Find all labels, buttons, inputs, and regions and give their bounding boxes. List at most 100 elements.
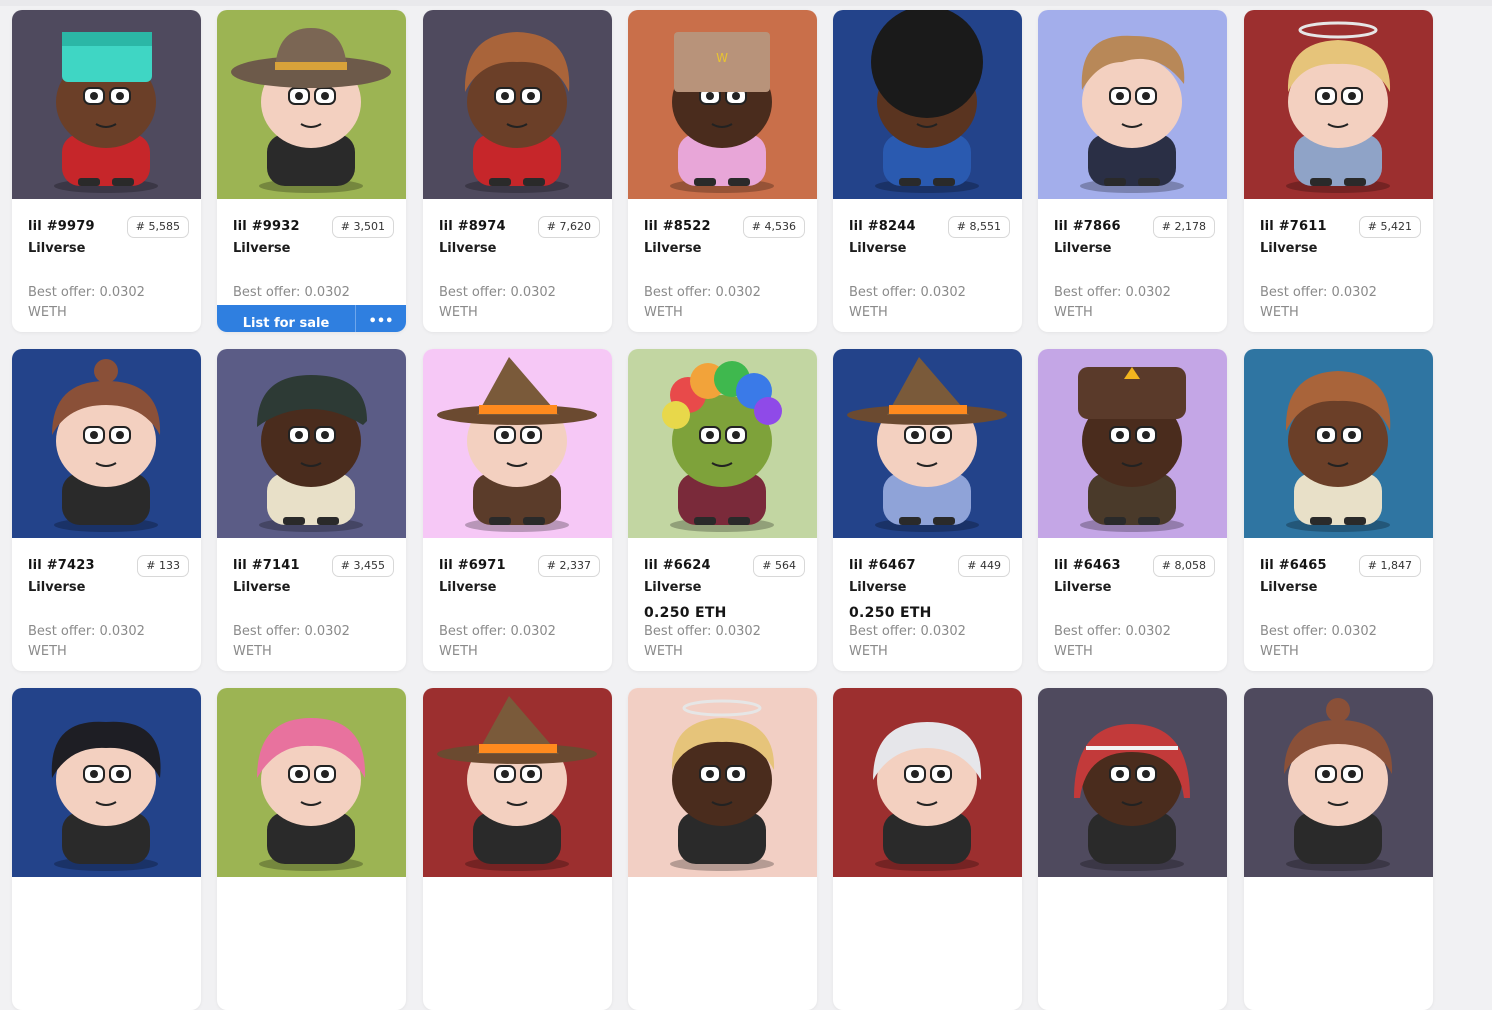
nft-card[interactable] (217, 688, 406, 1010)
collection-name[interactable]: Lilverse (644, 241, 701, 256)
nft-card[interactable]: lil #7866 # 2,178 Lilverse Best offer: 0.03… (1038, 10, 1227, 332)
collection-name[interactable]: Lilverse (439, 241, 496, 256)
nft-name[interactable]: lil #6463 (1054, 558, 1121, 573)
nft-name[interactable]: lil #6465 (1260, 558, 1327, 573)
character-art (1038, 688, 1227, 877)
best-offer: Best offer: 0.0302 (849, 624, 966, 639)
best-offer: Best offer: 0.0302 (439, 285, 556, 300)
nft-card[interactable] (1038, 688, 1227, 1010)
character-art (833, 349, 1022, 538)
best-offer: Best offer: 0.0302 (644, 285, 761, 300)
collection-name[interactable]: Lilverse (28, 580, 85, 595)
nft-card[interactable]: W lil #8522 # 4,536 Lilverse Best offer: 0.… (628, 10, 817, 332)
collection-name[interactable]: Lilverse (644, 580, 701, 595)
character-art (1244, 688, 1433, 877)
nft-name[interactable]: lil #7611 (1260, 219, 1327, 234)
nft-image[interactable] (1038, 349, 1227, 538)
nft-card[interactable] (423, 688, 612, 1010)
character-art (423, 10, 612, 199)
nft-name[interactable]: lil #6624 (644, 558, 711, 573)
nft-image[interactable] (1244, 10, 1433, 199)
nft-name[interactable]: lil #7141 (233, 558, 300, 573)
collection-name[interactable]: Lilverse (1054, 241, 1111, 256)
collection-name[interactable]: Lilverse (233, 580, 290, 595)
collection-name[interactable]: Lilverse (849, 580, 906, 595)
rank-badge: # 564 (753, 555, 805, 577)
nft-card[interactable]: lil #6465 # 1,847 Lilverse Best offer: 0.03… (1244, 349, 1433, 671)
nft-image[interactable] (12, 10, 201, 199)
nft-name[interactable]: lil #8522 (644, 219, 711, 234)
nft-name[interactable]: lil #6971 (439, 558, 506, 573)
nft-image[interactable] (1244, 349, 1433, 538)
nft-image[interactable] (217, 688, 406, 877)
collection-name[interactable]: Lilverse (28, 241, 85, 256)
collection-name[interactable]: Lilverse (233, 241, 290, 256)
nft-image[interactable] (833, 688, 1022, 877)
nft-image[interactable] (628, 349, 817, 538)
nft-name[interactable]: lil #7423 (28, 558, 95, 573)
rank-badge: # 8,058 (1152, 555, 1215, 577)
nft-name[interactable]: lil #6467 (849, 558, 916, 573)
rank-badge: # 449 (958, 555, 1010, 577)
nft-image[interactable] (1038, 688, 1227, 877)
offer-currency: WETH (28, 305, 67, 320)
nft-card[interactable]: lil #6463 # 8,058 Lilverse Best offer: 0.03… (1038, 349, 1227, 671)
nft-image[interactable] (423, 688, 612, 877)
nft-card[interactable] (1244, 688, 1433, 1010)
list-for-sale-button[interactable]: List for sale (217, 305, 355, 332)
collection-name[interactable]: Lilverse (1260, 580, 1317, 595)
nft-card[interactable]: lil #6467 # 449 Lilverse 0.250 ETH Best offe… (833, 349, 1022, 671)
nft-card[interactable] (628, 688, 817, 1010)
character-art (423, 688, 612, 877)
best-offer: Best offer: 0.0302 (28, 285, 145, 300)
character-art (628, 688, 817, 877)
nft-name[interactable]: lil #9979 (28, 219, 95, 234)
listing-price: 0.250 ETH (849, 605, 932, 621)
nft-card[interactable]: lil #7141 # 3,455 Lilverse Best offer: 0.03… (217, 349, 406, 671)
character-art (217, 10, 406, 199)
best-offer: Best offer: 0.0302 (233, 624, 350, 639)
character-art (12, 688, 201, 877)
rank-badge: # 2,337 (537, 555, 600, 577)
nft-card[interactable]: lil #8974 # 7,620 Lilverse Best offer: 0.03… (423, 10, 612, 332)
nft-image[interactable] (423, 349, 612, 538)
collection-name[interactable]: Lilverse (1054, 580, 1111, 595)
character-art (12, 10, 201, 199)
best-offer: Best offer: 0.0302 (28, 624, 145, 639)
nft-card[interactable]: lil #9932 # 3,501 Lilverse Best offer: 0.03… (217, 10, 406, 332)
nft-image[interactable] (833, 10, 1022, 199)
listing-price: 0.250 ETH (644, 605, 727, 621)
nft-name[interactable]: lil #8974 (439, 219, 506, 234)
nft-image[interactable] (833, 349, 1022, 538)
nft-image[interactable] (217, 10, 406, 199)
nft-card[interactable]: lil #6971 # 2,337 Lilverse Best offer: 0.03… (423, 349, 612, 671)
nft-image[interactable] (628, 688, 817, 877)
nft-card[interactable]: lil #8244 # 8,551 Lilverse Best offer: 0.03… (833, 10, 1022, 332)
nft-image[interactable] (12, 349, 201, 538)
rank-badge: # 3,501 (331, 216, 394, 238)
nft-card[interactable]: lil #6624 # 564 Lilverse 0.250 ETH Best offe… (628, 349, 817, 671)
nft-card[interactable] (833, 688, 1022, 1010)
nft-name[interactable]: lil #7866 (1054, 219, 1121, 234)
rank-badge: # 4,536 (742, 216, 805, 238)
collection-name[interactable]: Lilverse (849, 241, 906, 256)
offer-currency: WETH (644, 644, 683, 659)
character-art (423, 349, 612, 538)
collection-name[interactable]: Lilverse (1260, 241, 1317, 256)
nft-image[interactable] (1244, 688, 1433, 877)
nft-name[interactable]: lil #9932 (233, 219, 300, 234)
nft-image[interactable] (1038, 10, 1227, 199)
nft-card[interactable] (12, 688, 201, 1010)
collection-name[interactable]: Lilverse (439, 580, 496, 595)
nft-image[interactable] (423, 10, 612, 199)
nft-card[interactable]: lil #9979 # 5,585 Lilverse Best offer: 0.03… (12, 10, 201, 332)
nft-image[interactable] (12, 688, 201, 877)
nft-card[interactable]: lil #7611 # 5,421 Lilverse Best offer: 0.03… (1244, 10, 1433, 332)
nft-image[interactable]: W (628, 10, 817, 199)
more-options-button[interactable]: ••• (356, 305, 406, 332)
nft-name[interactable]: lil #8244 (849, 219, 916, 234)
offer-currency: WETH (1260, 644, 1299, 659)
nft-image[interactable] (217, 349, 406, 538)
offer-currency: WETH (28, 644, 67, 659)
nft-card[interactable]: lil #7423 # 133 Lilverse Best offer: 0.0302… (12, 349, 201, 671)
